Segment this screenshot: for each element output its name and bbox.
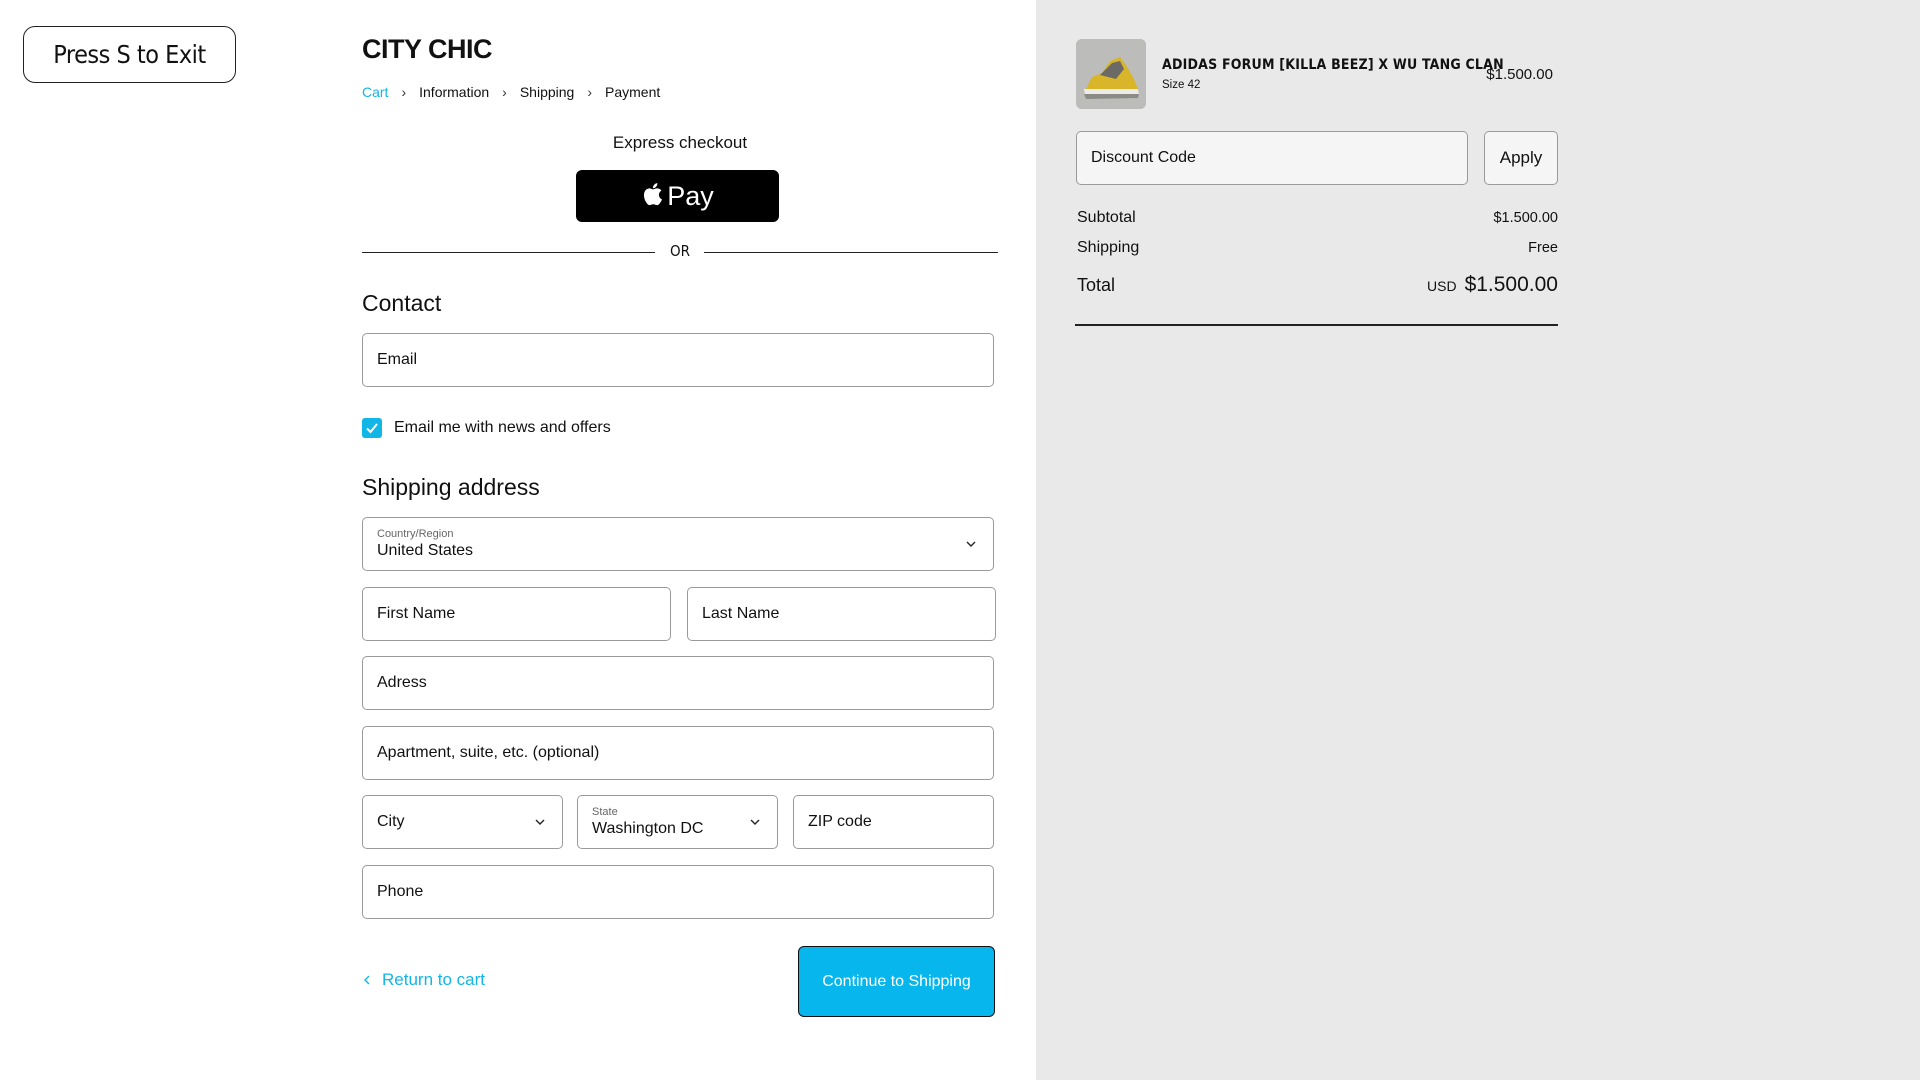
- chevron-right-icon: ›: [401, 84, 407, 100]
- total-value: $1.500.00: [1464, 273, 1558, 296]
- product-size: Size 42: [1162, 79, 1201, 91]
- contact-heading: Contact: [362, 290, 442, 316]
- apartment-placeholder: Apartment, suite, etc. (optional): [377, 744, 600, 761]
- continue-to-shipping-button[interactable]: Continue to Shipping: [798, 946, 995, 1017]
- product-name: ADIDAS FORUM [KILLA BEEZ] X WU TANG CLAN: [1162, 57, 1504, 73]
- apartment-field[interactable]: Apartment, suite, etc. (optional): [362, 726, 994, 780]
- apple-icon: [644, 183, 663, 206]
- address-placeholder: Adress: [377, 674, 427, 691]
- breadcrumb-information: Information: [419, 84, 490, 100]
- address-field[interactable]: Adress: [362, 656, 994, 710]
- breadcrumb-shipping: Shipping: [519, 84, 575, 100]
- shipping-label: Shipping: [1077, 239, 1140, 256]
- city-placeholder: City: [377, 813, 405, 830]
- breadcrumb-payment: Payment: [605, 84, 661, 100]
- newsletter-option[interactable]: Email me with news and offers: [362, 418, 611, 438]
- last-name-field[interactable]: Last Name: [687, 587, 996, 641]
- email-field[interactable]: Email: [362, 333, 994, 387]
- subtotal-label: Subtotal: [1077, 209, 1136, 226]
- exit-button[interactable]: Press S to Exit: [23, 26, 236, 83]
- state-select[interactable]: State Washington DC: [577, 795, 778, 849]
- chevron-left-icon: [364, 975, 370, 985]
- breadcrumb-cart[interactable]: Cart: [362, 84, 388, 100]
- apply-discount-button[interactable]: Apply: [1484, 131, 1558, 185]
- or-text: OR: [670, 242, 690, 260]
- apple-pay-button[interactable]: Pay: [576, 170, 779, 222]
- newsletter-label: Email me with news and offers: [394, 419, 611, 436]
- express-checkout-title: Express checkout: [612, 133, 748, 152]
- chevron-right-icon: ›: [587, 84, 593, 100]
- product-price: $1.500.00: [1486, 66, 1553, 83]
- zip-field[interactable]: ZIP code: [793, 795, 994, 849]
- phone-field[interactable]: Phone: [362, 865, 994, 919]
- apple-pay-label: Pay: [667, 180, 714, 211]
- first-name-field[interactable]: First Name: [362, 587, 671, 641]
- return-to-cart-link[interactable]: Return to cart: [362, 970, 485, 990]
- divider-line: [704, 252, 998, 253]
- state-label: State: [592, 806, 618, 818]
- first-name-placeholder: First Name: [377, 605, 456, 622]
- country-label: Country/Region: [377, 528, 454, 540]
- chevron-down-icon: [535, 819, 545, 825]
- subtotal-row: Subtotal $1.500.00: [1077, 209, 1558, 227]
- last-name-placeholder: Last Name: [702, 605, 780, 622]
- country-select[interactable]: Country/Region United States: [362, 517, 994, 571]
- sneaker-image: [1076, 39, 1146, 109]
- city-select[interactable]: City: [362, 795, 563, 849]
- discount-code-placeholder: Discount Code: [1091, 149, 1196, 166]
- chevron-right-icon: ›: [502, 84, 507, 100]
- chevron-down-icon: [966, 541, 976, 547]
- zip-placeholder: ZIP code: [808, 813, 872, 830]
- shipping-address-heading: Shipping address: [362, 474, 540, 500]
- email-placeholder: Email: [377, 351, 418, 368]
- breadcrumb: Cart › Information › Shipping › Payment: [362, 84, 660, 100]
- total-currency: USD: [1427, 278, 1457, 294]
- return-to-cart-label: Return to cart: [382, 970, 485, 989]
- order-summary-panel: ADIDAS FORUM [KILLA BEEZ] X WU TANG CLAN…: [1036, 0, 1920, 1080]
- subtotal-value: $1.500.00: [1493, 210, 1558, 226]
- chevron-down-icon: [750, 819, 760, 825]
- discount-code-field[interactable]: Discount Code: [1076, 131, 1468, 185]
- shipping-row: Shipping Free: [1077, 239, 1558, 257]
- total-row: Total USD $1.500.00: [1077, 273, 1558, 297]
- country-value: United States: [377, 542, 474, 559]
- total-label: Total: [1077, 275, 1116, 295]
- checkmark-icon: [366, 423, 378, 434]
- state-value: Washington DC: [592, 820, 704, 837]
- newsletter-checkbox[interactable]: [362, 418, 382, 438]
- product-thumbnail: [1076, 39, 1146, 109]
- phone-placeholder: Phone: [377, 883, 424, 900]
- or-divider: OR: [362, 242, 998, 262]
- shipping-value: Free: [1528, 240, 1558, 256]
- brand-logo: CITY CHIC: [362, 34, 493, 64]
- summary-divider: [1075, 324, 1558, 326]
